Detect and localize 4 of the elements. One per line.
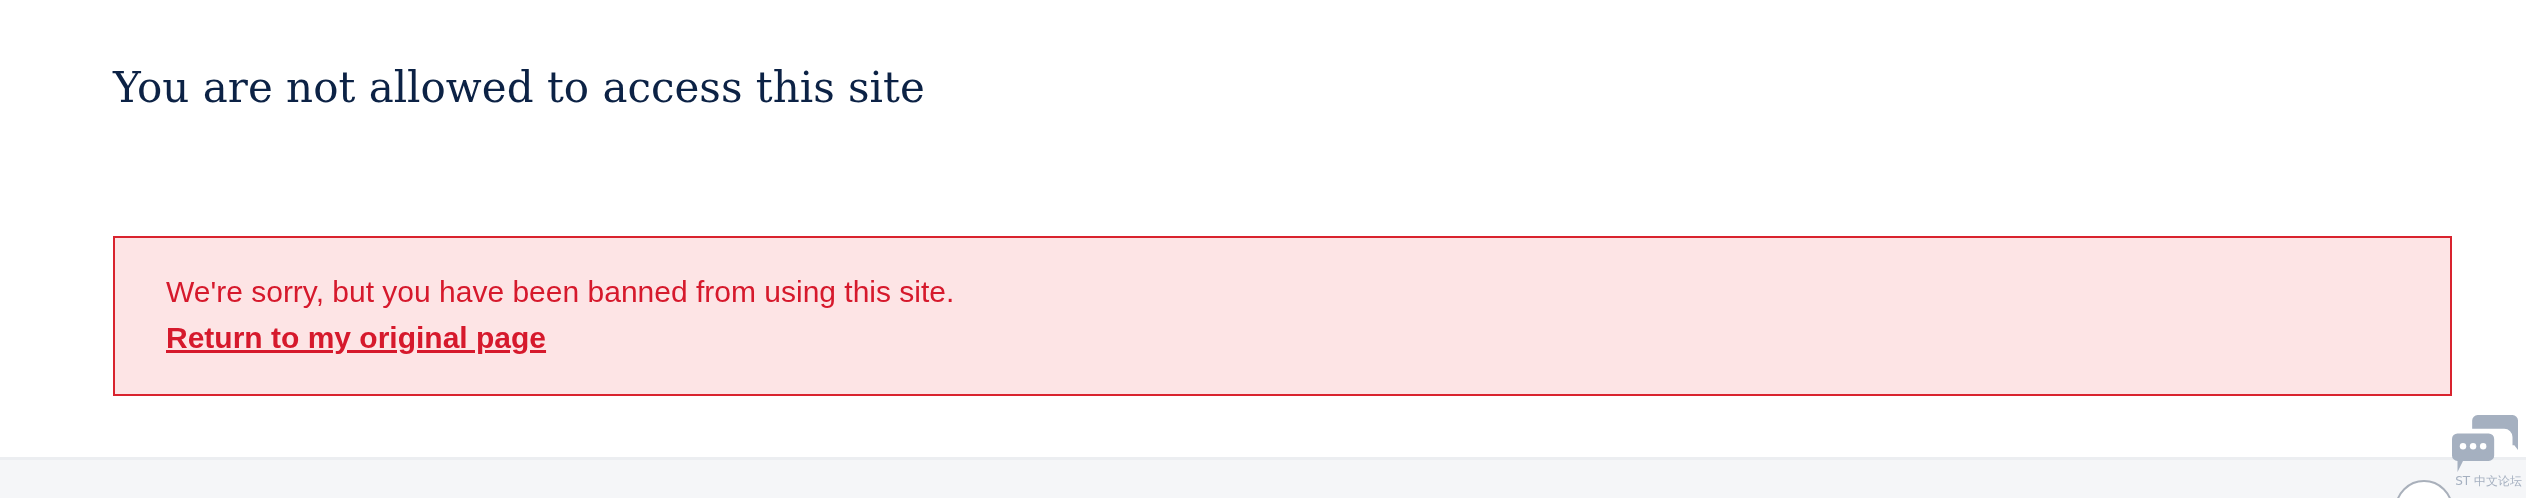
return-link[interactable]: Return to my original page (166, 318, 547, 358)
chat-bubbles-icon[interactable] (2452, 415, 2518, 472)
error-message: We're sorry, but you have been banned from using this site. (166, 274, 955, 310)
page-heading: You are not allowed to access this site (113, 62, 926, 114)
